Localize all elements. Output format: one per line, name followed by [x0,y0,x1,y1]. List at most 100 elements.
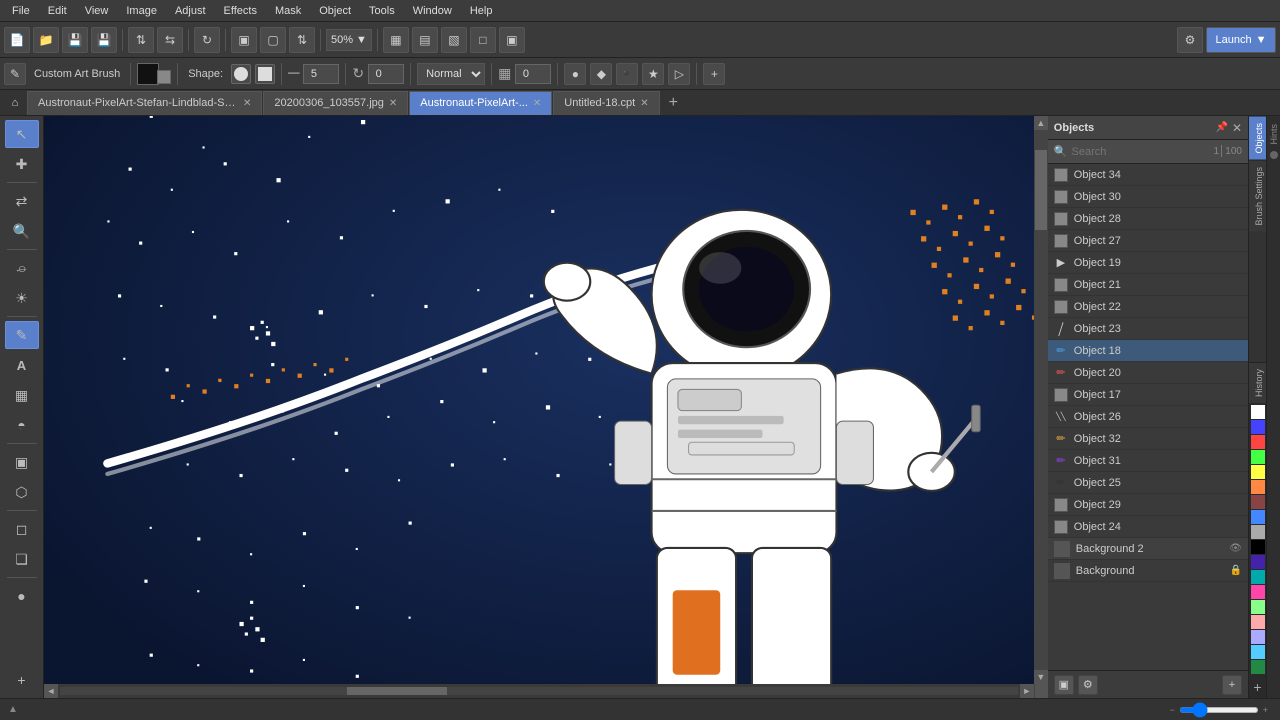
menu-adjust[interactable]: Adjust [167,3,214,19]
menu-help[interactable]: Help [462,3,501,19]
color-lightpink[interactable] [1251,615,1265,629]
obj-item-24[interactable]: Object 24 [1048,516,1248,538]
obj-item-19[interactable]: ▶ Object 19 [1048,252,1248,274]
strip-history[interactable]: History [1249,362,1266,403]
tool-text[interactable]: A [5,351,39,379]
tool-fill[interactable]: ▦ [5,381,39,409]
obj-item-bg[interactable]: Background 🔒 [1048,560,1248,582]
view-btn4[interactable]: □ [470,27,496,53]
open-button[interactable]: 📁 [33,27,59,53]
hints-tab[interactable]: Hints [1268,120,1280,149]
color-gray[interactable] [1251,525,1265,539]
color-black[interactable] [1251,540,1265,554]
undo-button[interactable]: ↻ [194,27,220,53]
tool-magic[interactable]: ☀ [5,284,39,312]
obj-item-27[interactable]: Object 27 [1048,230,1248,252]
settings-button[interactable]: ⚙ [1177,27,1203,53]
color-green[interactable] [1251,450,1265,464]
color-skyblue[interactable] [1251,645,1265,659]
obj-item-23[interactable]: ╲ Object 23 [1048,318,1248,340]
btn-paint1[interactable]: ● [564,63,586,85]
tool-eraser[interactable]: ◻ [5,515,39,543]
obj-eye-bg2[interactable]: 👁 [1229,543,1242,554]
zoom-combo[interactable]: 50% ▼ [326,29,372,51]
tab3-close[interactable]: ✕ [533,98,541,109]
view-btn2[interactable]: ▤ [412,27,438,53]
vscroll-track[interactable] [1034,130,1048,670]
obj-add-btn[interactable]: ▣ [1054,675,1074,695]
hscroll-thumb[interactable] [347,687,447,695]
tool-brush[interactable]: ✎ [5,321,39,349]
tab1-close[interactable]: ✕ [243,98,251,109]
color-orange[interactable] [1251,480,1265,494]
color-white[interactable] [1251,405,1265,419]
hscroll-left[interactable]: ◄ [44,684,58,698]
zoom-in-btn[interactable]: + [1263,705,1268,715]
menu-view[interactable]: View [77,3,117,19]
search-input[interactable] [1072,146,1214,158]
color-teal[interactable] [1251,570,1265,584]
btn-paint3[interactable]: ◾ [616,63,638,85]
opacity-field[interactable]: 0 [515,64,551,84]
menu-effects[interactable]: Effects [216,3,265,19]
color-pink[interactable] [1251,585,1265,599]
tool-shape[interactable]: ⬡ [5,478,39,506]
btn-paint4[interactable]: ★ [642,63,664,85]
obj-item-25[interactable]: ✏ Object 25 [1048,472,1248,494]
obj-settings-btn[interactable]: ⚙ [1078,675,1098,695]
canvas-area[interactable]: ▲ ▼ ◄ ► [44,116,1048,698]
tool-zoom[interactable]: 🔍 [5,217,39,245]
tool-color[interactable]: ● [5,582,39,610]
menu-tools[interactable]: Tools [361,3,403,19]
tool-lasso[interactable]: ⌮ [5,254,39,282]
color-lightblue[interactable] [1251,510,1265,524]
save-button[interactable]: 💾 [62,27,88,53]
obj-item-bg2[interactable]: Background 2 👁 [1048,538,1248,560]
view-btn1[interactable]: ▦ [383,27,409,53]
zoom-slider[interactable] [1179,707,1259,713]
brush-size-field[interactable]: 5 [303,64,339,84]
menu-mask[interactable]: Mask [267,3,309,19]
tab4-close[interactable]: ✕ [640,98,648,109]
btn-paint2[interactable]: ◆ [590,63,612,85]
menu-object[interactable]: Object [311,3,359,19]
hints-btn[interactable] [1270,151,1278,159]
btn-paint5[interactable]: ▷ [668,63,690,85]
brush-tool-icon[interactable]: ✎ [4,63,26,85]
menu-image[interactable]: Image [118,3,165,19]
tab-jpg[interactable]: 20200306_103557.jpg ✕ [263,91,408,115]
tab-cpt[interactable]: Untitled-18.cpt ✕ [553,91,659,115]
obj-item-26[interactable]: ╲╲ Object 26 [1048,406,1248,428]
rotation-field[interactable]: 0 [368,64,404,84]
new-button[interactable]: 📄 [4,27,30,53]
obj-lock-bg[interactable]: 🔒 [1230,565,1242,576]
tool-select[interactable]: ↖ [5,120,39,148]
obj-item-32[interactable]: ✏ Object 32 [1048,428,1248,450]
color-darkgreen[interactable] [1251,660,1265,674]
shape-circle-btn[interactable] [231,64,251,84]
hscroll-right[interactable]: ► [1020,684,1034,698]
tool-clone[interactable]: ❏ [5,545,39,573]
obj-item-30[interactable]: Object 30 [1048,186,1248,208]
import-button[interactable]: ⇅ [128,27,154,53]
panel-pin[interactable]: 📌 [1215,122,1227,133]
menu-edit[interactable]: Edit [40,3,75,19]
color-lightgreen[interactable] [1251,600,1265,614]
obj-item-34[interactable]: Object 34 [1048,164,1248,186]
obj-item-28[interactable]: Object 28 [1048,208,1248,230]
color-red[interactable] [1251,435,1265,449]
hscroll-track[interactable] [60,687,1018,695]
obj-item-20[interactable]: ✏ Object 20 [1048,362,1248,384]
vscroll-thumb[interactable] [1035,150,1047,230]
obj-item-31[interactable]: ✏ Object 31 [1048,450,1248,472]
launch-button[interactable]: Launch ▼ [1206,27,1276,53]
zoom-out-btn[interactable]: − [1169,705,1174,715]
color-purple[interactable] [1251,555,1265,569]
tool-eyedropper[interactable]: ◓ [5,411,39,439]
strip-objects[interactable]: Objects [1249,116,1266,160]
obj-item-21[interactable]: Object 21 [1048,274,1248,296]
tool-node[interactable]: ✚ [5,150,39,178]
vscroll-down[interactable]: ▼ [1034,670,1048,684]
rotate-button[interactable]: ⇅ [289,27,315,53]
color-brown[interactable] [1251,495,1265,509]
